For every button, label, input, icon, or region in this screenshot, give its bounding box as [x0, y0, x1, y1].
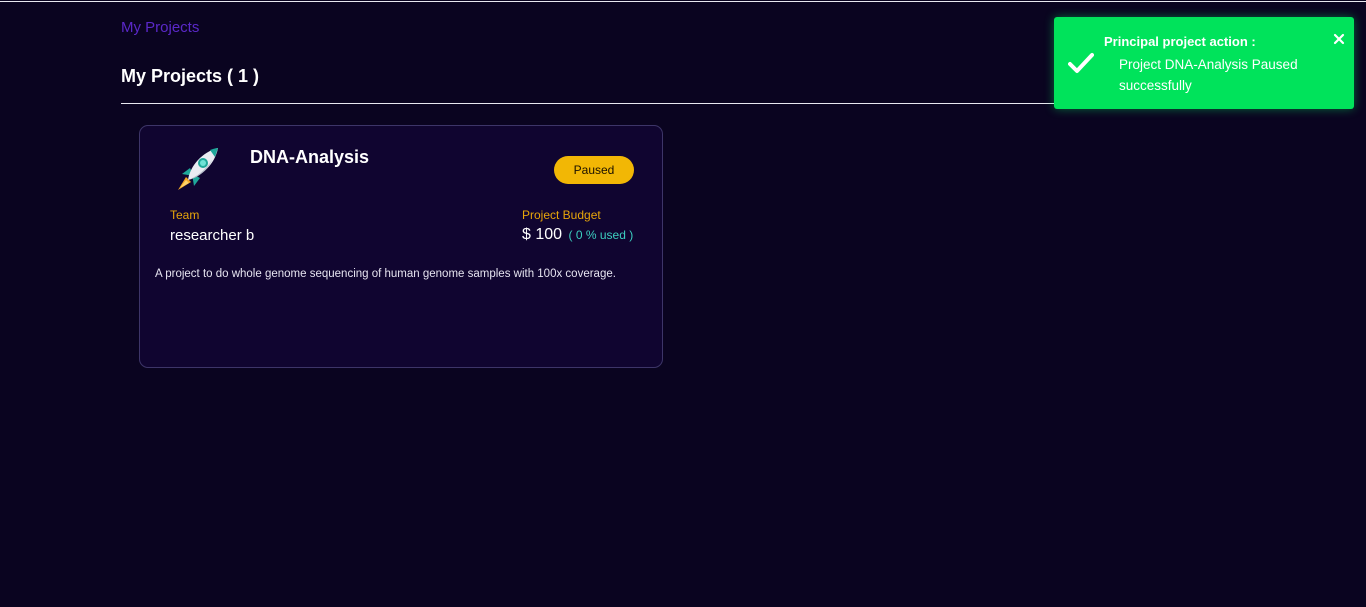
project-name[interactable]: DNA-Analysis — [250, 147, 369, 168]
breadcrumb-my-projects[interactable]: My Projects — [121, 19, 199, 36]
project-description: A project to do whole genome sequencing … — [155, 268, 616, 280]
rocket-icon — [168, 144, 224, 200]
team-label: Team — [170, 208, 200, 222]
budget-label: Project Budget — [522, 208, 601, 222]
status-badge: Paused — [554, 156, 634, 184]
check-icon — [1068, 52, 1094, 74]
top-divider — [0, 1, 1366, 2]
page-title: My Projects ( 1 ) — [121, 66, 260, 86]
toast-title: Principal project action : — [1104, 34, 1256, 49]
budget-used: ( 0 % used ) — [568, 228, 634, 242]
project-card[interactable]: DNA-Analysis Paused Team researcher b Pr… — [139, 125, 663, 368]
budget-value-row: $ 100 ( 0 % used ) — [522, 226, 633, 244]
budget-amount: $ 100 — [522, 226, 563, 243]
close-icon[interactable] — [1332, 32, 1346, 46]
toast-message: Project DNA-Analysis Paused successfully — [1119, 57, 1298, 93]
team-value: researcher b — [170, 227, 255, 244]
success-toast: Principal project action : Project DNA-A… — [1054, 17, 1354, 109]
